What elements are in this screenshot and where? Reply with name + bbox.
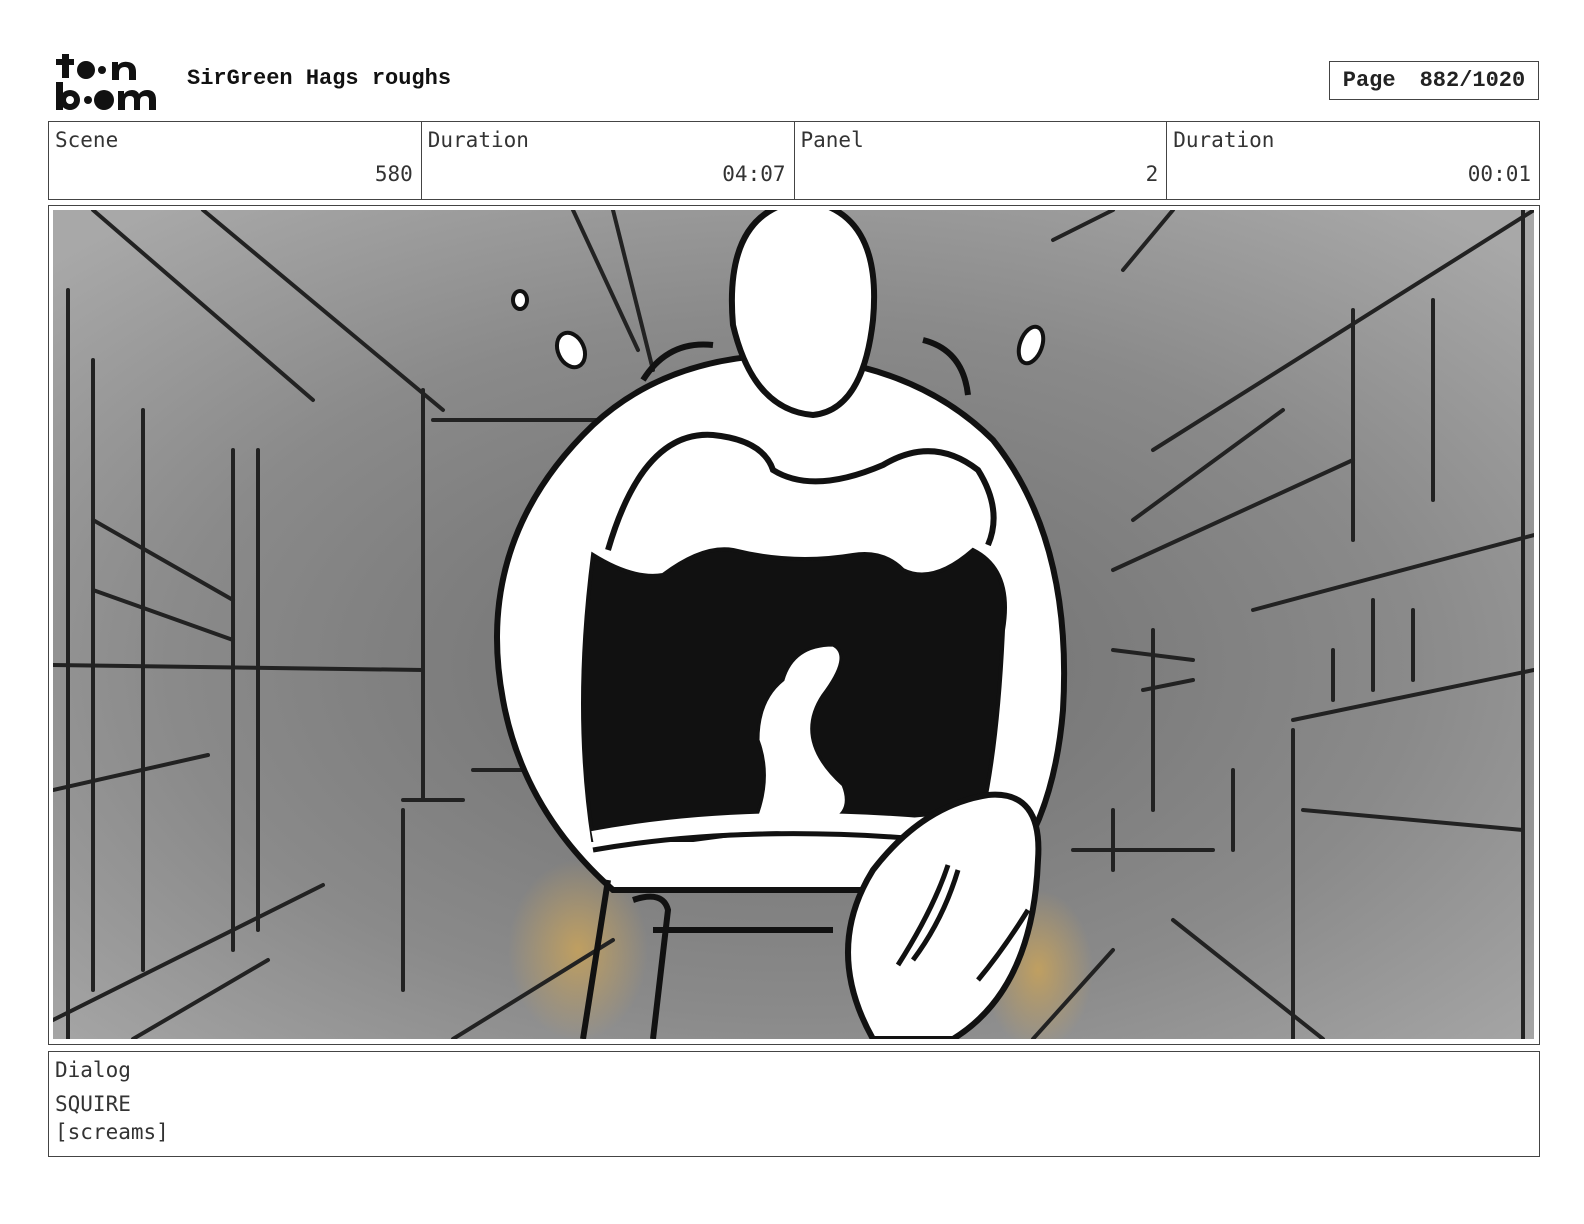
panel-value: 2 xyxy=(1145,162,1159,186)
storyboard-sketch-icon xyxy=(53,210,1534,1039)
panel-duration-value: 00:01 xyxy=(1467,162,1531,186)
panel-artwork xyxy=(53,210,1534,1039)
page-label: Page xyxy=(1342,68,1396,93)
scene-cell: Scene 580 xyxy=(49,122,422,199)
toonboom-logo xyxy=(50,50,166,114)
panel-duration-label: Duration xyxy=(1173,128,1275,152)
scene-value: 580 xyxy=(374,162,413,186)
scene-duration-label: Duration xyxy=(427,128,529,152)
dialog-line: [screams] xyxy=(55,1120,169,1144)
page-number: 882/1020 xyxy=(1419,68,1526,93)
page-indicator: Page 882/1020 xyxy=(1329,61,1539,100)
panel-cell: Panel 2 xyxy=(795,122,1168,199)
panel-duration-cell: Duration 00:01 xyxy=(1167,122,1539,199)
scene-info-table: Scene 580 Duration 04:07 Panel 2 Duratio… xyxy=(48,121,1540,200)
scene-label: Scene xyxy=(55,128,119,152)
toonboom-logo-icon xyxy=(56,54,156,110)
dialog-box: Dialog SQUIRE [screams] xyxy=(48,1051,1540,1157)
project-title: SirGreen Hags roughs xyxy=(187,66,452,91)
panel-label: Panel xyxy=(800,128,864,152)
scene-duration-value: 04:07 xyxy=(722,162,786,186)
scene-duration-cell: Duration 04:07 xyxy=(422,122,795,199)
dialog-label: Dialog xyxy=(55,1058,131,1082)
storyboard-panel xyxy=(48,205,1540,1045)
dialog-speaker: SQUIRE xyxy=(55,1092,131,1116)
